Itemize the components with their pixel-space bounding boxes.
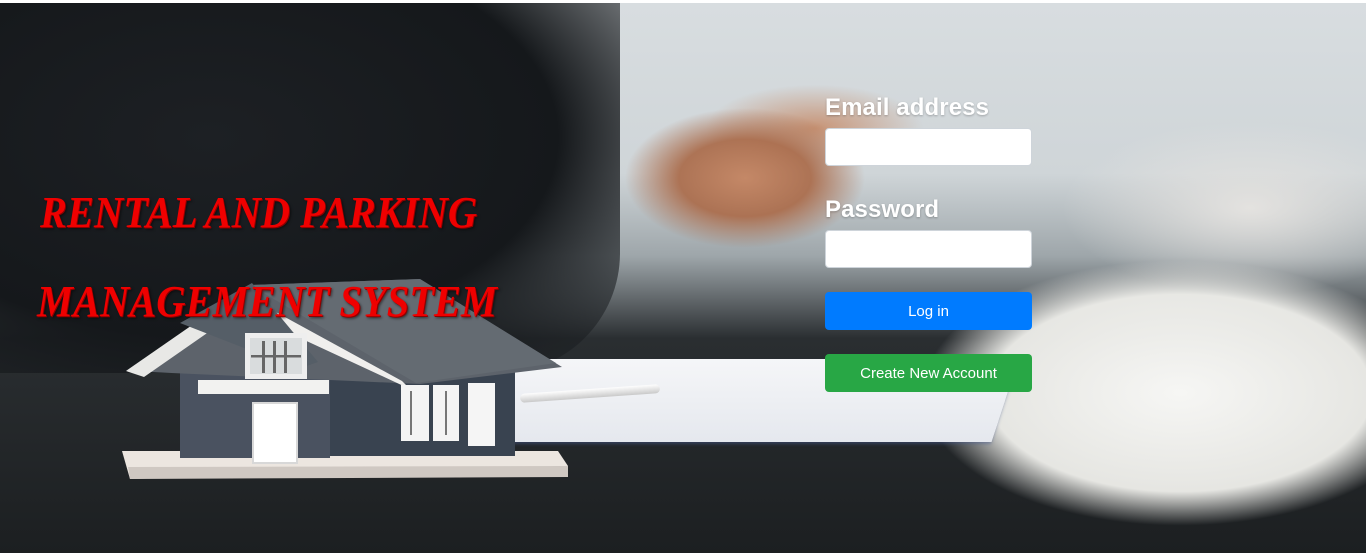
password-input[interactable] <box>825 230 1032 268</box>
page-title-line2: MANAGEMENT SYSTEM <box>37 277 498 326</box>
create-account-button[interactable]: Create New Account <box>825 354 1032 392</box>
page-title-line1: RENTAL AND PARKING <box>40 188 478 237</box>
email-input[interactable] <box>825 128 1032 166</box>
email-label: Email address <box>825 94 990 121</box>
login-form: Email address Password Log in Create New… <box>825 94 1032 392</box>
login-button[interactable]: Log in <box>825 292 1032 330</box>
password-label: Password <box>825 196 940 223</box>
